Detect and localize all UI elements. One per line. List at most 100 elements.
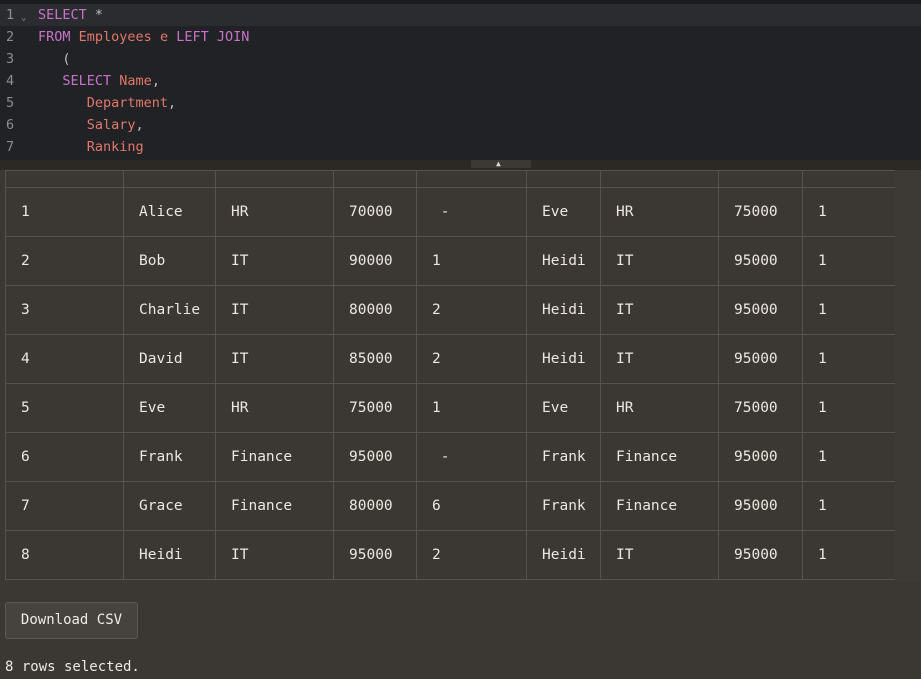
code-token: , (135, 117, 144, 133)
code-text: Salary, (38, 114, 144, 136)
table-cell: Finance (600, 481, 719, 531)
line-number: 2 (6, 29, 15, 45)
table-cell: Finance (215, 432, 334, 482)
code-token: , (151, 73, 160, 89)
code-line[interactable]: 7 Ranking (0, 136, 921, 158)
editor-resize-handle[interactable]: ▲ (0, 160, 921, 170)
column-header[interactable] (416, 170, 527, 188)
table-cell: 95000 (718, 334, 803, 384)
table-cell: 1 (802, 383, 895, 433)
table-row: 5 Eve HR 75000 1 Eve HR 75000 1 (5, 383, 895, 433)
column-header[interactable] (123, 170, 216, 188)
code-token: ( (38, 51, 71, 67)
table-cell: 95000 (333, 432, 417, 482)
table-cell: 1 (802, 432, 895, 482)
results-scroll-area (895, 170, 921, 582)
code-token: Salary (38, 117, 136, 133)
table-cell: 95000 (718, 285, 803, 335)
table-cell: IT (600, 236, 719, 286)
table-cell: 1 (802, 236, 895, 286)
table-cell: Finance (215, 481, 334, 531)
line-number: 7 (6, 139, 15, 155)
table-cell: 3 (5, 285, 124, 335)
table-cell: 1 (802, 530, 895, 580)
code-text: SELECT * (38, 4, 103, 26)
code-line[interactable]: 6 Salary, (0, 114, 921, 136)
table-cell: 95000 (718, 432, 803, 482)
table-cell: IT (600, 285, 719, 335)
column-header[interactable] (333, 170, 417, 188)
table-cell: 75000 (718, 383, 803, 433)
table-cell: Frank (526, 432, 601, 482)
column-header[interactable] (215, 170, 334, 188)
table-cell: 2 (416, 285, 527, 335)
table-cell: Heidi (526, 285, 601, 335)
download-csv-button[interactable]: Download CSV (5, 602, 138, 639)
resize-grip[interactable] (471, 160, 531, 168)
table-cell: 1 (416, 236, 527, 286)
table-cell: 95000 (333, 530, 417, 580)
column-header[interactable] (600, 170, 719, 188)
sql-editor[interactable]: 1 ⌄ SELECT * 2 FROM Employees e LEFT JOIN 3 (… (0, 0, 921, 160)
column-header[interactable] (718, 170, 803, 188)
table-cell: 5 (5, 383, 124, 433)
code-token: Name (119, 73, 152, 89)
code-token: SELECT (38, 73, 112, 89)
column-header[interactable] (526, 170, 601, 188)
code-token: Department (38, 95, 169, 111)
column-header[interactable] (5, 170, 124, 188)
table-cell: Heidi (526, 530, 601, 580)
table-cell: IT (215, 236, 334, 286)
line-number: 3 (6, 51, 15, 67)
table-cell: HR (215, 187, 334, 237)
table-cell: 90000 (333, 236, 417, 286)
table-row: 3 Charlie IT 80000 2 Heidi IT 95000 1 (5, 285, 895, 335)
table-row: 4 David IT 85000 2 Heidi IT 95000 1 (5, 334, 895, 384)
code-line[interactable]: 2 FROM Employees e LEFT JOIN (0, 26, 921, 48)
code-token: e (159, 29, 169, 45)
line-number: 4 (6, 73, 15, 89)
results-table: 1 Alice HR 70000 - Eve HR 75000 1 2 Bob IT 90000 1 He… (5, 170, 895, 580)
code-text: FROM Employees e LEFT JOIN (38, 26, 249, 48)
line-number: 1 (6, 7, 15, 23)
status-text: 8 rows selected. (5, 659, 140, 675)
code-token: * (94, 7, 104, 23)
code-line[interactable]: 5 Department, (0, 92, 921, 114)
table-cell: IT (215, 334, 334, 384)
table-cell: Heidi (526, 236, 601, 286)
table-cell: Finance (600, 432, 719, 482)
table-cell: 95000 (718, 481, 803, 531)
caret-up-icon: ▲ (496, 159, 501, 168)
code-token: Employees (78, 29, 152, 45)
code-token: SELECT (38, 7, 87, 23)
code-line[interactable]: 3 ( (0, 48, 921, 70)
table-cell: Charlie (123, 285, 216, 335)
table-cell: 8 (5, 530, 124, 580)
line-number: 5 (6, 95, 15, 111)
code-line[interactable]: 1 ⌄ SELECT * (0, 4, 921, 26)
table-cell: Eve (526, 187, 601, 237)
table-cell: Heidi (123, 530, 216, 580)
code-text: SELECT Name, (38, 70, 160, 92)
table-row: 6 Frank Finance 95000 - Frank Finance 95000 1 (5, 432, 895, 482)
table-header-row (5, 170, 895, 188)
table-cell: 7 (5, 481, 124, 531)
table-cell: IT (215, 530, 334, 580)
table-cell: 1 (5, 187, 124, 237)
table-cell: David (123, 334, 216, 384)
code-line[interactable]: 4 SELECT Name, (0, 70, 921, 92)
table-cell: 75000 (718, 187, 803, 237)
line-number: 6 (6, 117, 15, 133)
table-cell: Eve (123, 383, 216, 433)
table-cell: 80000 (333, 285, 417, 335)
code-token: FROM (38, 29, 71, 45)
table-cell: HR (215, 383, 334, 433)
column-header[interactable] (802, 170, 895, 188)
code-text: Department, (38, 92, 176, 114)
code-token: , (168, 95, 177, 111)
